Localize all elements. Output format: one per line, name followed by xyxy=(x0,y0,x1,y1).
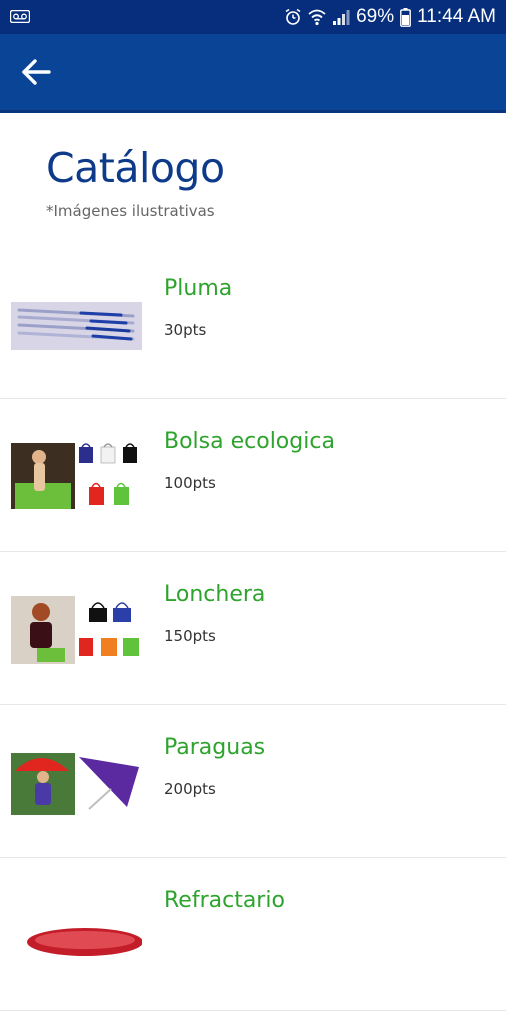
back-button[interactable] xyxy=(16,54,56,90)
status-bar: 69% 11:44 AM xyxy=(0,0,506,34)
app-bar xyxy=(0,34,506,113)
item-points: 200pts xyxy=(164,780,216,798)
catalog-item-pluma[interactable]: Pluma 30pts xyxy=(0,246,506,399)
voicemail-icon xyxy=(10,10,30,23)
signal-icon xyxy=(333,10,350,25)
catalog-item-refractario[interactable]: Refractario xyxy=(0,858,506,1011)
catalog-item-bolsa-ecologica[interactable]: Bolsa ecologica 100pts xyxy=(0,399,506,552)
item-name: Refractario xyxy=(164,888,285,913)
catalog-item-lonchera[interactable]: Lonchera 150pts xyxy=(0,552,506,705)
catalog-item-paraguas[interactable]: Paraguas 200pts xyxy=(0,705,506,858)
wifi-icon xyxy=(308,9,326,26)
item-name: Bolsa ecologica xyxy=(164,429,335,454)
item-points: 30pts xyxy=(164,321,207,339)
item-name: Lonchera xyxy=(164,582,266,607)
eco-bags-image xyxy=(11,443,137,509)
battery-icon xyxy=(400,7,412,27)
lunch-bags-image xyxy=(11,596,139,664)
umbrella-image xyxy=(11,753,139,815)
pens-image xyxy=(11,302,142,350)
alarm-icon xyxy=(285,8,301,25)
arrow-left-icon xyxy=(22,59,51,85)
item-points: 150pts xyxy=(164,627,216,645)
item-name: Pluma xyxy=(164,276,233,301)
page-subtitle: *Imágenes ilustrativas xyxy=(46,202,215,220)
catalog-list: Pluma 30pts Bolsa ecologica 100pts Lonch… xyxy=(0,246,506,1011)
refractory-dish-image xyxy=(27,928,142,956)
page-title: Catálogo xyxy=(46,144,225,192)
item-points: 100pts xyxy=(164,474,216,492)
item-name: Paraguas xyxy=(164,735,266,760)
battery-percent: 69% xyxy=(356,6,395,27)
clock: 11:44 AM xyxy=(417,6,496,27)
